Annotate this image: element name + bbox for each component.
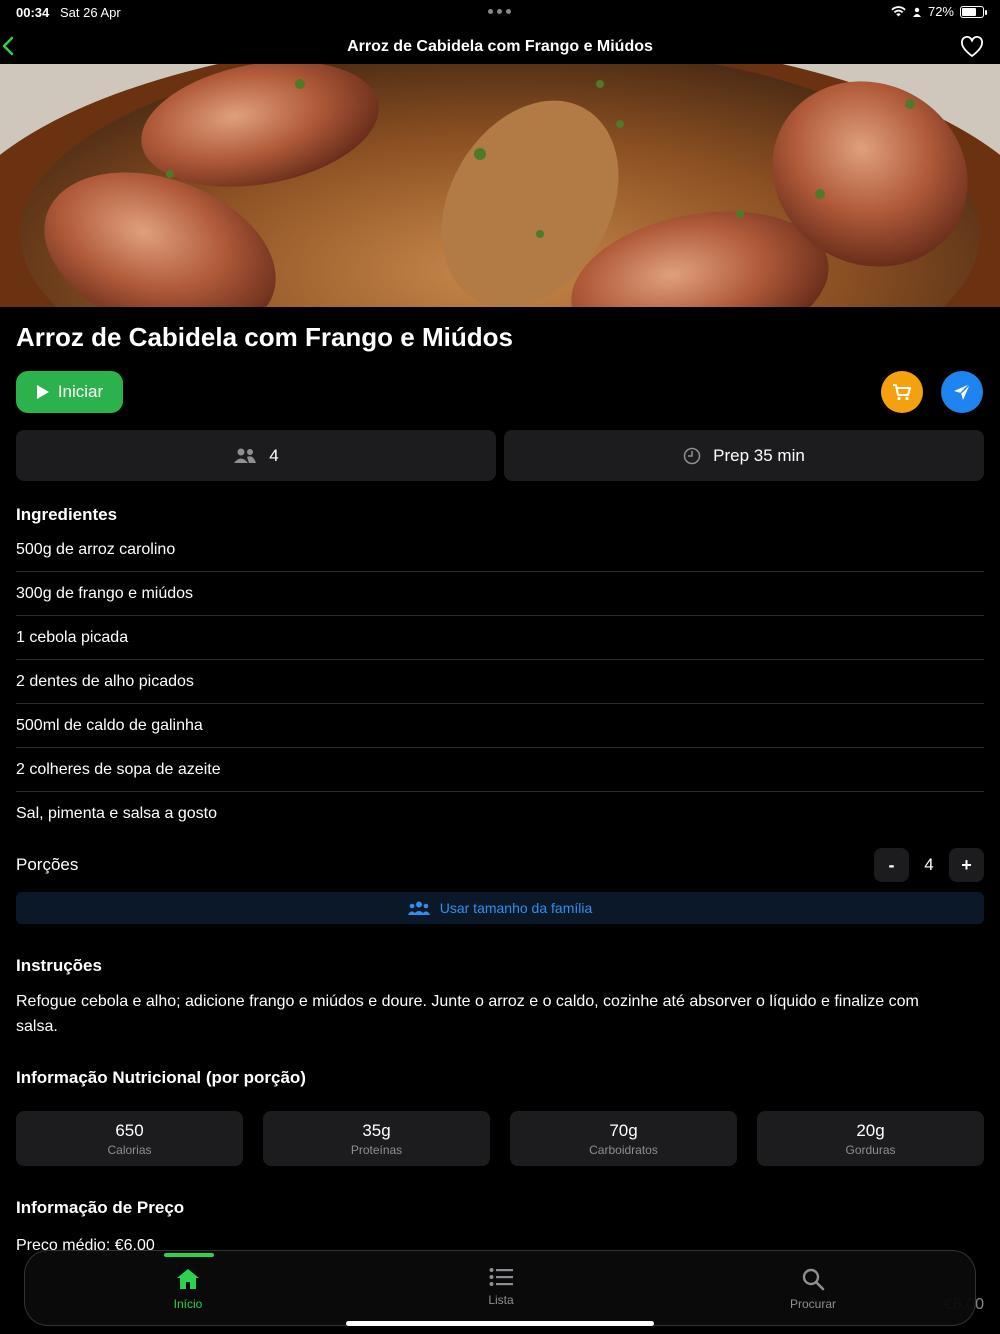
instructions-title: Instruções (16, 956, 102, 975)
search-icon (802, 1268, 825, 1291)
wifi-icon (891, 6, 906, 17)
heart-icon[interactable] (960, 36, 984, 58)
servings-value: 4 (269, 445, 279, 465)
nutrition-label: Carboidratos (589, 1143, 658, 1157)
status-right: 72% (891, 4, 987, 19)
ingredient-item: 1 cebola picada (16, 616, 984, 660)
navigation-bar: Arroz de Cabidela com Frango e Miúdos (0, 26, 1000, 64)
nutrition-value: 70g (609, 1121, 638, 1140)
status-bar: 00:34 Sat 26 Apr 72% (0, 0, 1000, 24)
ingredient-item: 500g de arroz carolino (16, 528, 984, 572)
multitasking-dots-icon[interactable] (488, 9, 511, 14)
prep-time-card: Prep 35 min (504, 430, 984, 481)
cart-icon (893, 384, 911, 401)
portions-label: Porções (16, 855, 79, 874)
send-icon (954, 383, 971, 400)
tab-home[interactable]: Início (128, 1251, 248, 1327)
tab-label: Início (173, 1297, 203, 1311)
portions-value: 4 (924, 855, 934, 874)
status-time: 00:34 (16, 5, 50, 20)
recipe-hero-image (0, 64, 1000, 307)
battery-icon (960, 5, 987, 18)
status-date: Sat 26 Apr (60, 5, 121, 20)
family-button-label: Usar tamanho da família (439, 900, 593, 916)
tab-label: Lista (488, 1293, 514, 1307)
share-button[interactable] (941, 371, 983, 413)
start-button[interactable]: Iniciar (16, 371, 123, 413)
nutrition-value: 20g (856, 1121, 885, 1140)
nutrition-card-calories: 650 Calorias (16, 1111, 243, 1166)
list-icon (489, 1268, 513, 1286)
price-title: Informação de Preço (16, 1198, 185, 1217)
instructions-text: Refogue cebola e alho; adicione frango e… (16, 993, 919, 1035)
battery-percent: 72% (927, 4, 954, 19)
recipe-title: Arroz de Cabidela com Frango e Miúdos (16, 322, 513, 352)
ingredient-item: 300g de frango e miúdos (16, 572, 984, 616)
location-icon (912, 7, 921, 17)
add-to-cart-button[interactable] (881, 371, 923, 413)
tab-search[interactable]: Procurar (753, 1251, 873, 1327)
tab-label: Procurar (789, 1297, 836, 1311)
servings-card: 4 (16, 430, 496, 481)
nutrition-label: Gorduras (845, 1143, 896, 1157)
nav-title: Arroz de Cabidela com Frango e Miúdos (347, 38, 653, 55)
play-icon (36, 385, 49, 399)
tab-list[interactable]: Lista (441, 1251, 561, 1327)
ingredient-item: Sal, pimenta e salsa a gosto (16, 805, 218, 822)
family-icon (407, 901, 430, 915)
nutrition-card-carbs: 70g Carboidratos (510, 1111, 737, 1166)
decrease-portions-button[interactable]: - (874, 848, 909, 882)
home-icon (177, 1269, 199, 1289)
home-indicator[interactable] (346, 1321, 654, 1326)
ingredient-item: 2 colheres de sopa de azeite (16, 748, 984, 792)
ingredients-list: 500g de arroz carolino 300g de frango e … (16, 528, 984, 836)
nutrition-card-fat: 20g Gorduras (757, 1111, 984, 1166)
ingredient-item: 2 dentes de alho picados (16, 660, 984, 704)
hero-food-illustration (0, 64, 1000, 307)
nutrition-card-protein: 35g Proteínas (263, 1111, 490, 1166)
nutrition-title: Informação Nutricional (por porção) (16, 1068, 306, 1087)
increase-portions-button[interactable]: + (949, 848, 984, 882)
people-icon (234, 448, 257, 463)
tab-bar: Início Lista Procurar (24, 1250, 976, 1326)
nutrition-value: 650 (115, 1121, 144, 1140)
prep-time-value: Prep 35 min (713, 445, 805, 465)
nutrition-label: Proteínas (350, 1143, 403, 1157)
nutrition-value: 35g (362, 1121, 391, 1140)
ingredients-title: Ingredientes (16, 505, 118, 524)
nutrition-label: Calorias (107, 1143, 152, 1157)
clock-icon (683, 447, 701, 464)
ingredient-item: 500ml de caldo de galinha (16, 704, 984, 748)
start-button-label: Iniciar (57, 382, 104, 401)
use-family-size-button[interactable]: Usar tamanho da família (16, 892, 984, 924)
